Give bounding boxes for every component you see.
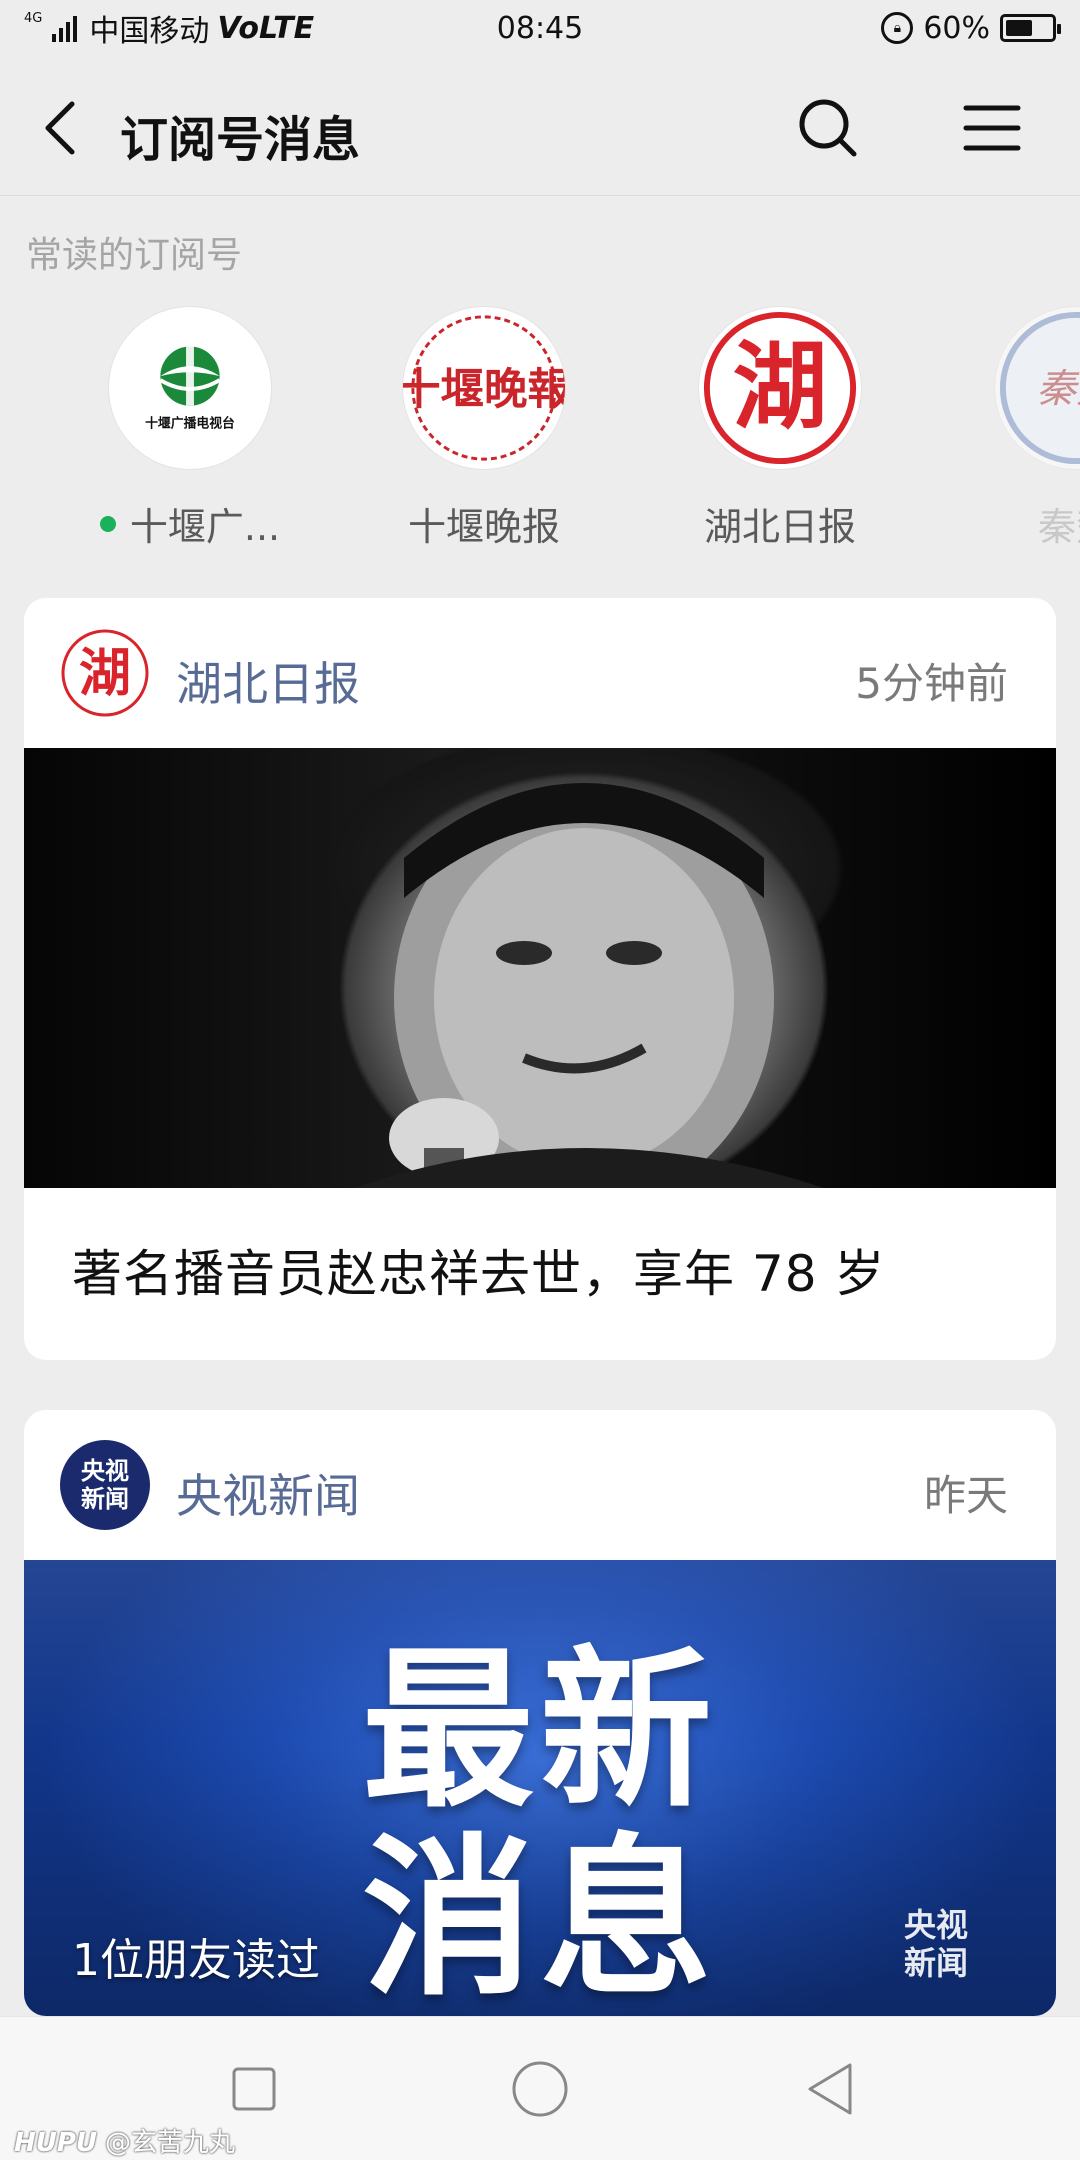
card-header: 湖 湖北日报 5分钟前 — [24, 598, 1056, 748]
subscription-item-hubei-daily[interactable]: 湖 湖北日报 — [670, 306, 890, 551]
frequent-subscriptions-row[interactable]: 十堰广播电视台 十堰广... 十堰晚報 十堰晚报 湖 湖北日报 秦 秦 — [0, 306, 1080, 556]
shiyan-evening-logo: 十堰晚報 — [402, 306, 566, 470]
subscription-name: 十堰广... — [80, 496, 300, 551]
watermark-handle: @玄苦九丸 — [105, 2128, 236, 2158]
subscription-item-qinchu[interactable]: 秦楚 秦楚 — [966, 306, 1080, 551]
triangle-back-icon — [808, 2063, 852, 2115]
chevron-left-icon — [45, 101, 75, 155]
article-card-hubei-daily[interactable]: 湖 湖北日报 5分钟前 著名播音员赵忠祥去世，享年 78 岁 — [24, 598, 1056, 1360]
card-source-name[interactable]: 央视新闻 — [176, 1460, 360, 1526]
watermark-text: HUPU @玄苦九丸 — [14, 2122, 235, 2159]
status-right: 🔒︎ 60% — [881, 10, 1061, 46]
battery-percent: 60% — [923, 10, 990, 46]
subscription-item-shiyan-evening[interactable]: 十堰晚報 十堰晚报 — [374, 306, 594, 551]
frequent-section-label: 常读的订阅号 — [26, 235, 243, 276]
signal-icon — [52, 14, 78, 42]
subscription-item-shiyan-broadcast[interactable]: 十堰广播电视台 十堰广... — [80, 306, 300, 551]
subscription-name-text: 十堰广... — [129, 505, 281, 549]
cctv-avatar-line-1: 央视 — [81, 1457, 129, 1485]
subscription-name: 秦楚 — [966, 496, 1080, 551]
article-headline[interactable]: 著名播音员赵忠祥去世，享年 78 岁 — [24, 1188, 1056, 1360]
hubei-seal-icon: 湖 — [61, 629, 149, 717]
cctv-mark-line-1: 央视 — [903, 1906, 968, 1944]
cctv-watermark-logo: 央视 新闻 — [888, 1906, 984, 1982]
qinchu-seal-icon: 秦楚 — [999, 311, 1080, 465]
broadcast-station-icon: 十堰广播电视台 — [145, 346, 235, 432]
portrait-photo — [354, 783, 824, 1188]
recents-button[interactable] — [222, 2057, 286, 2121]
card-timestamp: 5分钟前 — [855, 659, 1008, 708]
nav-bar: 订阅号消息 — [0, 60, 1080, 196]
hubei-daily-avatar[interactable]: 湖 — [60, 628, 150, 718]
cctv-news-avatar-label: 央视 新闻 — [81, 1457, 129, 1513]
carrier-name: 中国移动 — [89, 14, 210, 49]
subscription-name: 湖北日报 — [670, 496, 890, 551]
hubei-daily-logo: 湖 — [698, 306, 862, 470]
search-button[interactable] — [796, 96, 860, 160]
subscription-name: 十堰晚报 — [374, 496, 594, 551]
menu-icon — [963, 105, 1021, 151]
search-icon — [799, 99, 857, 157]
cctv-news-avatar[interactable]: 央视 新闻 — [60, 1440, 150, 1530]
square-icon — [232, 2067, 276, 2111]
article-cover-image[interactable] — [24, 748, 1056, 1188]
network-tag: 4G — [24, 10, 43, 26]
back-nav-button[interactable] — [798, 2057, 862, 2121]
back-button[interactable] — [30, 96, 90, 160]
unread-dot-icon — [99, 515, 116, 532]
card-timestamp: 昨天 — [923, 1471, 1008, 1520]
subscription-name-text: 湖北日报 — [703, 505, 856, 549]
page-title: 订阅号消息 — [120, 112, 361, 168]
status-left: 4G 中国移动 VoLTE — [24, 6, 314, 50]
card-header: 央视 新闻 央视新闻 昨天 — [24, 1410, 1056, 1560]
hubei-seal-icon: 湖 — [703, 311, 857, 465]
qinchu-logo: 秦楚 — [994, 306, 1080, 470]
seal-logo-icon: 十堰晚報 — [403, 315, 565, 461]
hubei-daily-avatar-text: 湖 — [79, 643, 131, 704]
status-bar: 4G 中国移动 VoLTE 08:45 🔒︎ 60% — [0, 0, 1080, 56]
circle-icon — [512, 2061, 568, 2117]
battery-level-fill — [1006, 20, 1033, 36]
cctv-mark-line-2: 新闻 — [903, 1944, 968, 1982]
cctv-avatar-line-2: 新闻 — [81, 1485, 129, 1513]
menu-button[interactable] — [960, 96, 1024, 160]
watermark-brand: HUPU — [14, 2128, 98, 2158]
shiyan-evening-logo-text: 十堰晚報 — [403, 364, 565, 415]
card-source-name[interactable]: 湖北日报 — [176, 648, 360, 714]
article-cover-image[interactable]: 最新 消息 1位朋友读过 央视 新闻 — [24, 1560, 1056, 2016]
home-button[interactable] — [508, 2057, 572, 2121]
friends-read-count: 1位朋友读过 — [72, 1935, 320, 1986]
volte-label: VoLTE — [217, 10, 315, 46]
subscription-name-text: 十堰晚报 — [407, 505, 560, 549]
shiyan-broadcast-logo-text: 十堰广播电视台 — [145, 416, 235, 432]
screen: 4G 中国移动 VoLTE 08:45 🔒︎ 60% 订阅号消息 常读的订阅号 … — [0, 0, 1080, 2160]
shiyan-broadcast-logo: 十堰广播电视台 — [108, 306, 272, 470]
qinchu-logo-text: 秦楚 — [1037, 366, 1080, 412]
battery-icon — [1000, 14, 1061, 42]
rotation-lock-icon: 🔒︎ — [881, 12, 914, 44]
subscription-name-text: 秦楚 — [1037, 505, 1080, 549]
hubei-daily-logo-text: 湖 — [733, 332, 828, 443]
article-card-cctv-news[interactable]: 央视 新闻 央视新闻 昨天 最新 消息 1位朋友读过 央视 新闻 — [24, 1410, 1056, 2016]
